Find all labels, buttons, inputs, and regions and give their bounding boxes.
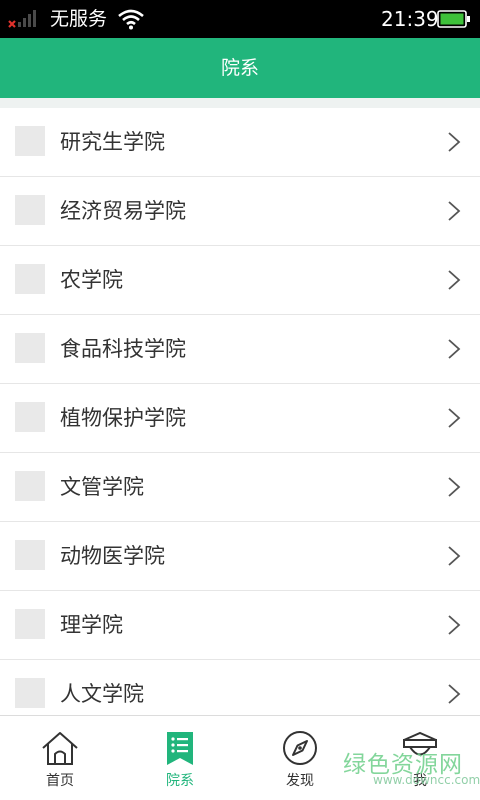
list-item[interactable]: 农学院	[0, 246, 480, 315]
header-spacer	[0, 98, 480, 108]
tab-colleges[interactable]: 院系	[120, 716, 240, 800]
list-item[interactable]: 食品科技学院	[0, 315, 480, 384]
college-thumbnail	[15, 402, 45, 432]
college-name: 理学院	[60, 613, 123, 637]
college-name: 食品科技学院	[60, 337, 186, 361]
college-list: 研究生学院 经济贸易学院 农学院 食品科技学院 植物保护学院 文管学院 动物医学…	[0, 108, 480, 715]
home-icon	[42, 732, 78, 765]
chevron-right-icon	[448, 477, 461, 497]
list-item[interactable]: 理学院	[0, 591, 480, 660]
tab-discover[interactable]: 发现	[240, 716, 360, 800]
battery-icon	[437, 10, 470, 28]
college-name: 研究生学院	[60, 130, 165, 154]
list-item[interactable]: 人文学院	[0, 660, 480, 715]
tab-home[interactable]: 首页	[0, 716, 120, 800]
watermark-url: www.downcc.com	[373, 773, 480, 787]
list-item[interactable]: 植物保护学院	[0, 384, 480, 453]
watermark: 绿色资源网 www.downcc.com	[343, 745, 480, 793]
status-bar: 无服务 21:39	[0, 0, 480, 38]
tab-label: 首页	[46, 773, 74, 789]
college-name: 农学院	[60, 268, 123, 292]
chevron-right-icon	[448, 615, 461, 635]
college-name: 人文学院	[60, 682, 144, 706]
tab-label: 院系	[166, 773, 194, 789]
college-thumbnail	[15, 471, 45, 501]
app-header: 院系	[0, 38, 480, 98]
college-thumbnail	[15, 540, 45, 570]
chevron-right-icon	[448, 132, 461, 152]
college-thumbnail	[15, 126, 45, 156]
wifi-icon	[118, 9, 144, 30]
chevron-right-icon	[448, 201, 461, 221]
tab-label: 发现	[286, 773, 314, 789]
compass-icon	[283, 731, 317, 765]
chevron-right-icon	[448, 408, 461, 428]
list-item[interactable]: 研究生学院	[0, 108, 480, 177]
signal-none-icon	[8, 10, 36, 28]
list-bookmark-icon	[167, 732, 193, 765]
chevron-right-icon	[448, 546, 461, 566]
page-title: 院系	[220, 57, 259, 79]
college-thumbnail	[15, 264, 45, 294]
list-item[interactable]: 文管学院	[0, 453, 480, 522]
chevron-right-icon	[448, 684, 461, 704]
chevron-right-icon	[448, 270, 461, 290]
list-item[interactable]: 动物医学院	[0, 522, 480, 591]
college-thumbnail	[15, 678, 45, 708]
list-item[interactable]: 经济贸易学院	[0, 177, 480, 246]
college-thumbnail	[15, 333, 45, 363]
college-name: 动物医学院	[60, 544, 165, 568]
clock: 21:39	[381, 7, 439, 31]
carrier-text: 无服务	[50, 8, 108, 30]
college-name: 经济贸易学院	[60, 199, 186, 223]
college-thumbnail	[15, 609, 45, 639]
college-name: 植物保护学院	[60, 406, 186, 430]
college-name: 文管学院	[60, 475, 144, 499]
college-thumbnail	[15, 195, 45, 225]
chevron-right-icon	[448, 339, 461, 359]
